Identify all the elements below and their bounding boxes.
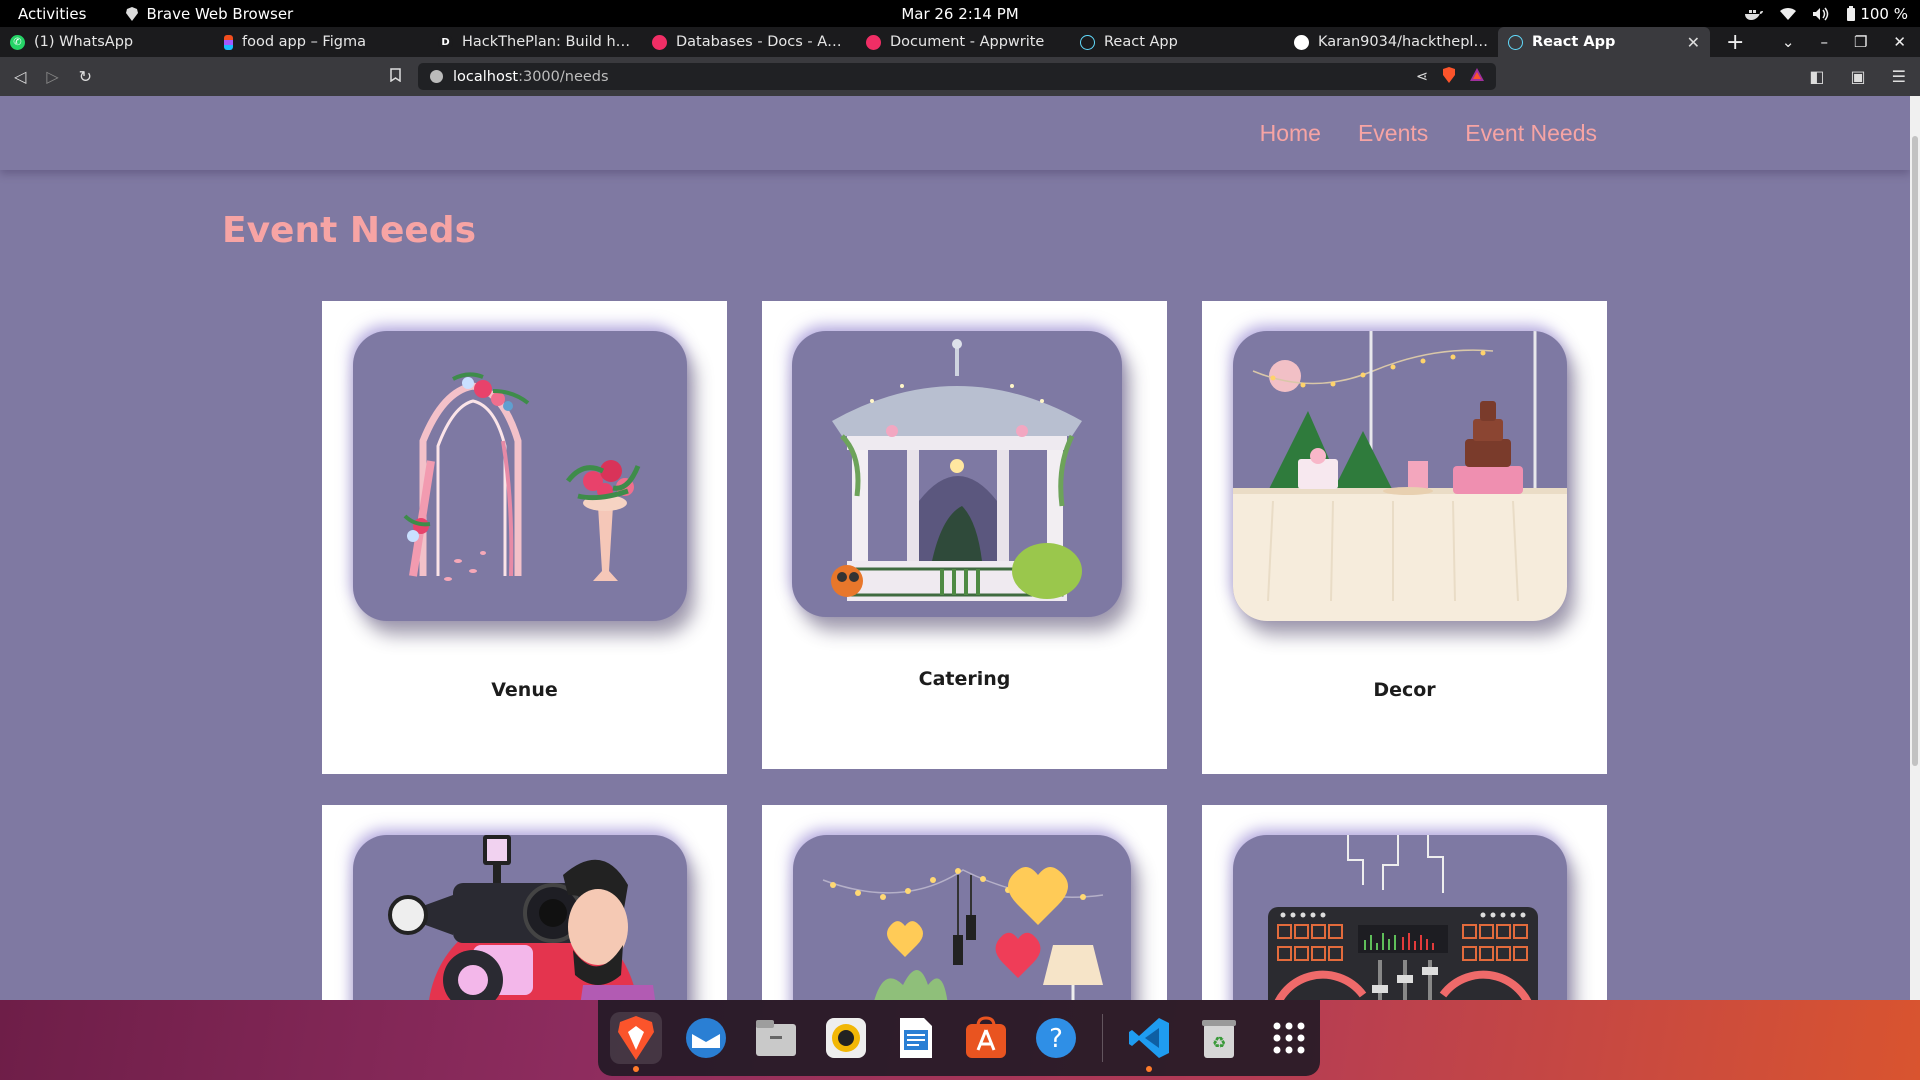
tab-react-app[interactable]: React App [1070,27,1284,57]
close-tab-icon[interactable]: ✕ [1687,33,1700,52]
tab-hacktheplan[interactable]: D HackThePlan: Build hacks [428,27,642,57]
app-menu[interactable]: Brave Web Browser [126,5,293,23]
card-venue[interactable]: Venue [322,301,727,774]
venue-illustration [353,331,687,621]
url-bar[interactable]: localhost:3000/needs ⋖ [418,63,1496,90]
card-photography[interactable] [322,805,727,1000]
page-viewport: Home Events Event Needs Event Needs Venu… [0,96,1910,1000]
card-music[interactable] [1202,805,1607,1000]
react-icon [1080,34,1095,50]
mail-icon[interactable] [680,1012,732,1064]
brave-lion-icon [126,6,139,21]
battery-icon [1847,5,1856,21]
bookmark-icon[interactable] [390,67,401,86]
menu-icon[interactable]: ☰ [1892,67,1906,86]
clock[interactable]: Mar 26 2:14 PM [901,5,1018,23]
system-tray[interactable]: 100 % [1744,5,1908,23]
software-icon[interactable] [960,1012,1012,1064]
tab-appwrite-document[interactable]: Document - Appwrite [856,27,1070,57]
lighting-illustration [793,835,1131,1000]
window-controls: ⌄ – ❐ ✕ [1782,33,1906,51]
volume-icon [1813,7,1829,20]
brave-rewards-icon[interactable] [1470,68,1484,85]
dock: ? ♻ [598,1000,1320,1076]
card-catering[interactable]: Catering [762,301,1167,769]
docker-icon [1745,9,1764,20]
nav-event-needs-link[interactable]: Event Needs [1465,120,1597,147]
trash-icon[interactable]: ♻ [1193,1012,1245,1064]
tab-label: Databases - Docs - Appwri [676,34,846,50]
back-icon[interactable]: ◁ [14,67,26,86]
appwrite-icon [866,34,881,50]
tab-label: React App [1104,34,1178,50]
card-title: Venue [491,679,558,701]
tab-label: Karan9034/hacktheplan [1318,34,1488,50]
figma-icon [224,34,233,50]
battery-percent: 100 % [1860,4,1908,23]
tab-search-icon[interactable]: ⌄ [1782,33,1795,51]
brave-icon[interactable] [610,1012,662,1072]
card-title: Catering [918,668,1011,690]
tab-label: HackThePlan: Build hacks [462,34,632,50]
system-top-bar: Activities Brave Web Browser Mar 26 2:14… [0,0,1920,27]
restore-icon[interactable]: ❐ [1854,33,1867,51]
url-text: localhost:3000/needs [453,68,609,85]
tab-appwrite-databases[interactable]: Databases - Docs - Appwri [642,27,856,57]
tab-react-app-active[interactable]: React App ✕ [1498,27,1710,57]
page-title: Event Needs [222,210,477,251]
tab-label: React App [1532,34,1616,50]
app-name-label: Brave Web Browser [146,4,294,23]
decor-illustration [1233,331,1567,621]
rhythmbox-icon[interactable] [820,1012,872,1064]
files-icon[interactable] [750,1012,802,1064]
nav-home-link[interactable]: Home [1260,120,1321,147]
tab-figma[interactable]: food app – Figma [214,27,428,57]
react-icon [1508,34,1523,50]
scrollbar-thumb[interactable] [1912,136,1918,766]
reload-icon[interactable]: ↻ [79,67,92,86]
card-title: Decor [1373,679,1436,701]
tab-label: food app – Figma [242,34,366,50]
card-decor[interactable]: Decor [1202,301,1607,774]
share-icon[interactable]: ⋖ [1416,69,1428,85]
minimize-icon[interactable]: – [1820,33,1828,51]
forward-icon[interactable]: ▷ [46,67,58,86]
whatsapp-icon: ✆ [10,34,25,50]
devfolio-icon: D [438,34,453,50]
tab-github[interactable]: Karan9034/hacktheplan [1284,27,1498,57]
photographer-illustration [353,835,687,1000]
wifi-icon [1780,7,1797,20]
browser-toolbar: ◁ ▷ ↻ localhost:3000/needs ⋖ ◧ ▣ ☰ [0,57,1920,96]
brave-shields-icon[interactable] [1442,66,1456,87]
site-info-icon[interactable] [430,70,443,83]
sidebar-toggle-icon[interactable]: ◧ [1809,67,1824,86]
site-navbar: Home Events Event Needs [0,96,1910,170]
vscode-icon[interactable] [1123,1012,1175,1072]
activities-button[interactable]: Activities [18,5,86,23]
svg-text:?: ? [1049,1024,1063,1054]
writer-icon[interactable] [890,1012,942,1064]
tab-label: Document - Appwrite [890,34,1045,50]
catering-illustration [792,331,1122,617]
svg-text:♻: ♻ [1212,1033,1226,1052]
dj-illustration [1233,835,1567,1000]
tab-whatsapp[interactable]: ✆ (1) WhatsApp [0,27,214,57]
browser-tab-strip: ✆ (1) WhatsApp food app – Figma D HackTh… [0,27,1920,57]
page-scrollbar[interactable] [1910,96,1920,1000]
github-icon [1294,34,1309,50]
appwrite-icon [652,34,667,50]
help-icon[interactable]: ? [1030,1012,1082,1064]
close-window-icon[interactable]: ✕ [1893,33,1906,51]
tab-label: (1) WhatsApp [34,34,134,50]
wallet-icon[interactable]: ▣ [1851,67,1866,86]
new-tab-button[interactable]: + [1726,30,1744,55]
card-lighting[interactable] [762,805,1167,1000]
nav-events-link[interactable]: Events [1358,120,1428,147]
dock-separator [1102,1014,1103,1062]
apps-grid-icon[interactable] [1263,1012,1315,1064]
